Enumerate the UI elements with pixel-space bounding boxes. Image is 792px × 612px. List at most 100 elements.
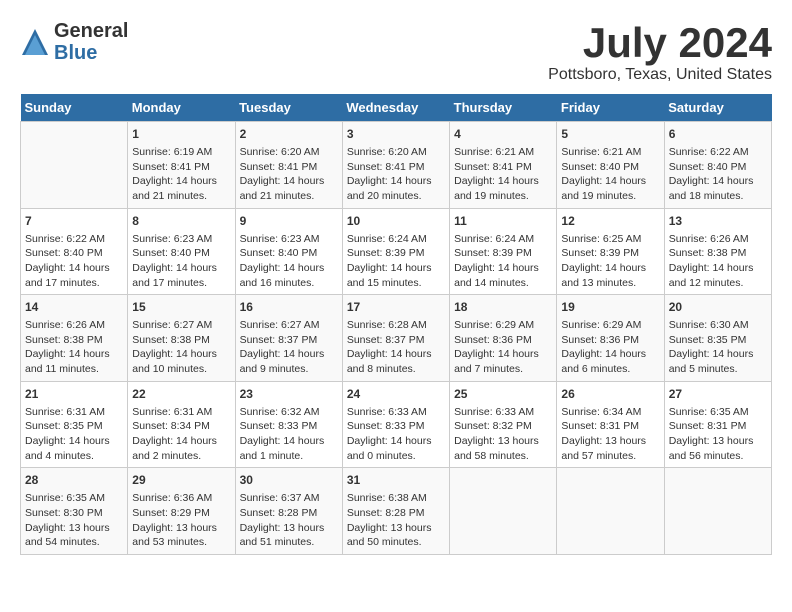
day-number: 5 <box>561 126 659 143</box>
day-number: 1 <box>132 126 230 143</box>
day-content: Sunrise: 6:31 AM Sunset: 8:35 PM Dayligh… <box>25 405 123 464</box>
calendar-cell: 3 Sunrise: 6:20 AM Sunset: 8:41 PM Daylig… <box>342 122 449 209</box>
calendar-cell: 6Sunrise: 6:22 AM Sunset: 8:40 PM Daylig… <box>664 122 771 209</box>
calendar-cell: 27 Sunrise: 6:35 AM Sunset: 8:31 PM Dayli… <box>664 381 771 468</box>
day-number: 16 <box>240 299 338 316</box>
header-cell-tuesday: Tuesday <box>235 94 342 122</box>
day-content: Sunrise: 6:31 AM Sunset: 8:34 PM Dayligh… <box>132 405 230 464</box>
calendar-cell <box>450 468 557 555</box>
day-content: Sunrise: 6:34 AM Sunset: 8:31 PM Dayligh… <box>561 405 659 464</box>
day-content: Sunrise: 6:23 AM Sunset: 8:40 PM Dayligh… <box>132 232 230 291</box>
header-cell-monday: Monday <box>128 94 235 122</box>
location-text: Pottsboro, Texas, United States <box>548 66 772 84</box>
day-content: Sunrise: 6:20 AM Sunset: 8:41 PM Dayligh… <box>347 145 445 204</box>
calendar-cell <box>21 122 128 209</box>
calendar-cell: 11 Sunrise: 6:24 AM Sunset: 8:39 PM Dayli… <box>450 208 557 295</box>
day-content: Sunrise: 6:37 AM Sunset: 8:28 PM Dayligh… <box>240 491 338 550</box>
logo: General Blue <box>20 20 128 64</box>
day-number: 4 <box>454 126 552 143</box>
day-number: 11 <box>454 213 552 230</box>
calendar-cell: 10Sunrise: 6:24 AM Sunset: 8:39 PM Dayli… <box>342 208 449 295</box>
logo-icon <box>20 27 50 57</box>
calendar-cell: 12Sunrise: 6:25 AM Sunset: 8:39 PM Dayli… <box>557 208 664 295</box>
calendar-body: 1Sunrise: 6:19 AM Sunset: 8:41 PM Daylig… <box>21 122 772 555</box>
calendar-week-3: 14 Sunrise: 6:26 AM Sunset: 8:38 PM Dayli… <box>21 295 772 382</box>
day-number: 17 <box>347 299 445 316</box>
day-content: Sunrise: 6:23 AM Sunset: 8:40 PM Dayligh… <box>240 232 338 291</box>
day-content: Sunrise: 6:38 AM Sunset: 8:28 PM Dayligh… <box>347 491 445 550</box>
calendar-cell: 20 Sunrise: 6:30 AM Sunset: 8:35 PM Dayli… <box>664 295 771 382</box>
day-content: Sunrise: 6:22 AM Sunset: 8:40 PM Dayligh… <box>25 232 123 291</box>
calendar-cell <box>557 468 664 555</box>
day-content: Sunrise: 6:29 AM Sunset: 8:36 PM Dayligh… <box>454 318 552 377</box>
page-header: General Blue July 2024 Pottsboro, Texas,… <box>20 20 772 84</box>
day-number: 23 <box>240 386 338 403</box>
day-number: 19 <box>561 299 659 316</box>
day-content: Sunrise: 6:36 AM Sunset: 8:29 PM Dayligh… <box>132 491 230 550</box>
day-content: Sunrise: 6:32 AM Sunset: 8:33 PM Dayligh… <box>240 405 338 464</box>
day-number: 31 <box>347 472 445 489</box>
day-content: Sunrise: 6:33 AM Sunset: 8:32 PM Dayligh… <box>454 405 552 464</box>
day-number: 25 <box>454 386 552 403</box>
calendar-cell: 29 Sunrise: 6:36 AM Sunset: 8:29 PM Dayli… <box>128 468 235 555</box>
calendar-cell: 21Sunrise: 6:31 AM Sunset: 8:35 PM Dayli… <box>21 381 128 468</box>
day-number: 7 <box>25 213 123 230</box>
calendar-week-4: 21Sunrise: 6:31 AM Sunset: 8:35 PM Dayli… <box>21 381 772 468</box>
day-content: Sunrise: 6:33 AM Sunset: 8:33 PM Dayligh… <box>347 405 445 464</box>
header-row: SundayMondayTuesdayWednesdayThursdayFrid… <box>21 94 772 122</box>
calendar-cell: 13 Sunrise: 6:26 AM Sunset: 8:38 PM Dayli… <box>664 208 771 295</box>
calendar-cell: 4Sunrise: 6:21 AM Sunset: 8:41 PM Daylig… <box>450 122 557 209</box>
day-number: 27 <box>669 386 767 403</box>
calendar-cell: 17 Sunrise: 6:28 AM Sunset: 8:37 PM Dayli… <box>342 295 449 382</box>
day-number: 15 <box>132 299 230 316</box>
calendar-cell: 23 Sunrise: 6:32 AM Sunset: 8:33 PM Dayli… <box>235 381 342 468</box>
day-content: Sunrise: 6:24 AM Sunset: 8:39 PM Dayligh… <box>347 232 445 291</box>
calendar-cell: 19 Sunrise: 6:29 AM Sunset: 8:36 PM Dayli… <box>557 295 664 382</box>
day-number: 30 <box>240 472 338 489</box>
header-cell-friday: Friday <box>557 94 664 122</box>
day-content: Sunrise: 6:30 AM Sunset: 8:35 PM Dayligh… <box>669 318 767 377</box>
calendar-cell: 5 Sunrise: 6:21 AM Sunset: 8:40 PM Daylig… <box>557 122 664 209</box>
calendar-cell: 25 Sunrise: 6:33 AM Sunset: 8:32 PM Dayli… <box>450 381 557 468</box>
calendar-cell: 9 Sunrise: 6:23 AM Sunset: 8:40 PM Daylig… <box>235 208 342 295</box>
day-content: Sunrise: 6:35 AM Sunset: 8:31 PM Dayligh… <box>669 405 767 464</box>
calendar-cell: 8 Sunrise: 6:23 AM Sunset: 8:40 PM Daylig… <box>128 208 235 295</box>
day-number: 13 <box>669 213 767 230</box>
day-number: 9 <box>240 213 338 230</box>
day-content: Sunrise: 6:27 AM Sunset: 8:38 PM Dayligh… <box>132 318 230 377</box>
day-content: Sunrise: 6:24 AM Sunset: 8:39 PM Dayligh… <box>454 232 552 291</box>
day-content: Sunrise: 6:29 AM Sunset: 8:36 PM Dayligh… <box>561 318 659 377</box>
day-number: 12 <box>561 213 659 230</box>
calendar-week-5: 28Sunrise: 6:35 AM Sunset: 8:30 PM Dayli… <box>21 468 772 555</box>
day-number: 18 <box>454 299 552 316</box>
calendar-cell: 1Sunrise: 6:19 AM Sunset: 8:41 PM Daylig… <box>128 122 235 209</box>
day-content: Sunrise: 6:22 AM Sunset: 8:40 PM Dayligh… <box>669 145 767 204</box>
calendar-cell: 7 Sunrise: 6:22 AM Sunset: 8:40 PM Daylig… <box>21 208 128 295</box>
calendar-cell: 24Sunrise: 6:33 AM Sunset: 8:33 PM Dayli… <box>342 381 449 468</box>
day-content: Sunrise: 6:27 AM Sunset: 8:37 PM Dayligh… <box>240 318 338 377</box>
calendar-header: SundayMondayTuesdayWednesdayThursdayFrid… <box>21 94 772 122</box>
day-content: Sunrise: 6:21 AM Sunset: 8:40 PM Dayligh… <box>561 145 659 204</box>
day-number: 20 <box>669 299 767 316</box>
header-cell-saturday: Saturday <box>664 94 771 122</box>
calendar-cell: 26Sunrise: 6:34 AM Sunset: 8:31 PM Dayli… <box>557 381 664 468</box>
day-content: Sunrise: 6:26 AM Sunset: 8:38 PM Dayligh… <box>25 318 123 377</box>
header-cell-thursday: Thursday <box>450 94 557 122</box>
calendar-cell: 14 Sunrise: 6:26 AM Sunset: 8:38 PM Dayli… <box>21 295 128 382</box>
calendar-cell: 16 Sunrise: 6:27 AM Sunset: 8:37 PM Dayli… <box>235 295 342 382</box>
day-number: 14 <box>25 299 123 316</box>
calendar-cell: 2Sunrise: 6:20 AM Sunset: 8:41 PM Daylig… <box>235 122 342 209</box>
day-number: 28 <box>25 472 123 489</box>
header-cell-sunday: Sunday <box>21 94 128 122</box>
calendar-cell: 30 Sunrise: 6:37 AM Sunset: 8:28 PM Dayli… <box>235 468 342 555</box>
calendar-cell: 31 Sunrise: 6:38 AM Sunset: 8:28 PM Dayli… <box>342 468 449 555</box>
day-number: 22 <box>132 386 230 403</box>
day-number: 2 <box>240 126 338 143</box>
day-number: 3 <box>347 126 445 143</box>
day-number: 8 <box>132 213 230 230</box>
day-content: Sunrise: 6:26 AM Sunset: 8:38 PM Dayligh… <box>669 232 767 291</box>
calendar-week-1: 1Sunrise: 6:19 AM Sunset: 8:41 PM Daylig… <box>21 122 772 209</box>
day-number: 29 <box>132 472 230 489</box>
day-content: Sunrise: 6:28 AM Sunset: 8:37 PM Dayligh… <box>347 318 445 377</box>
calendar-cell: 18 Sunrise: 6:29 AM Sunset: 8:36 PM Dayli… <box>450 295 557 382</box>
